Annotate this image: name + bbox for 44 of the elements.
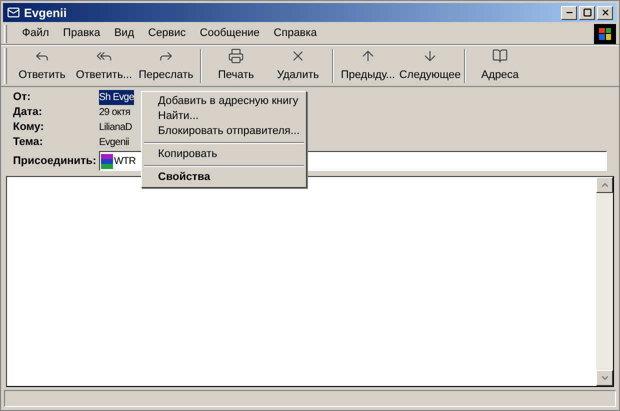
field-value: 29 октя	[99, 106, 130, 120]
toolbar-button[interactable]: Переслать	[135, 46, 197, 86]
envelope-icon	[7, 6, 20, 19]
menu-item[interactable]: Правка	[56, 25, 108, 42]
book-icon	[492, 48, 508, 64]
menu-item[interactable]: Сервис	[141, 25, 193, 42]
field-label: Присоединить:	[13, 154, 98, 169]
up-caret-icon	[600, 180, 610, 190]
minimize-button[interactable]	[561, 6, 577, 20]
scroll-down-button[interactable]	[596, 370, 613, 386]
close-icon	[600, 8, 610, 17]
archive-icon	[101, 154, 113, 168]
windows-logo-icon	[594, 24, 616, 44]
context-menu-item[interactable]: Свойства	[142, 170, 306, 185]
field-label: Тема:	[13, 135, 44, 150]
field-value: Sh Evge	[99, 90, 134, 105]
toolbar-button[interactable]: Печать	[205, 46, 267, 86]
field-value: LilianaD	[99, 121, 132, 135]
toolbar-button[interactable]: Предыду...	[337, 46, 399, 86]
window-title: Evgenii	[24, 4, 68, 22]
attachment-name[interactable]: WTR	[114, 154, 136, 168]
field-label: Кому:	[13, 120, 45, 136]
down-caret-icon	[600, 373, 610, 383]
field-value: Evgenii	[99, 136, 129, 150]
menu-item[interactable]: Справка	[266, 25, 324, 42]
menu-item[interactable]: Файл	[15, 25, 56, 42]
context-menu-item[interactable]: Блокировать отправителя...	[142, 124, 306, 139]
toolbar-button[interactable]: Удалить	[267, 46, 329, 86]
toolbar-button[interactable]: Следующее	[399, 46, 461, 86]
menu-item[interactable]: Вид	[107, 25, 142, 42]
toolbar-button[interactable]: Адреса	[469, 46, 531, 86]
maximize-icon	[582, 8, 592, 17]
scrollbar[interactable]	[596, 177, 613, 386]
maximize-button[interactable]	[579, 6, 595, 20]
menu-item[interactable]: Сообщение	[192, 25, 267, 42]
toolbar-button[interactable]: Ответить	[11, 46, 73, 86]
scroll-up-button[interactable]	[596, 177, 613, 193]
field-label: От:	[13, 90, 32, 106]
printer-icon	[228, 48, 244, 64]
context-menu-item[interactable]: Добавить в адресную книгу	[142, 94, 306, 109]
field-label: Дата:	[13, 105, 44, 120]
toolbar-button[interactable]: Ответить...	[73, 46, 135, 86]
context-menu-item[interactable]: Найти...	[142, 109, 306, 124]
close-button[interactable]	[597, 6, 613, 20]
